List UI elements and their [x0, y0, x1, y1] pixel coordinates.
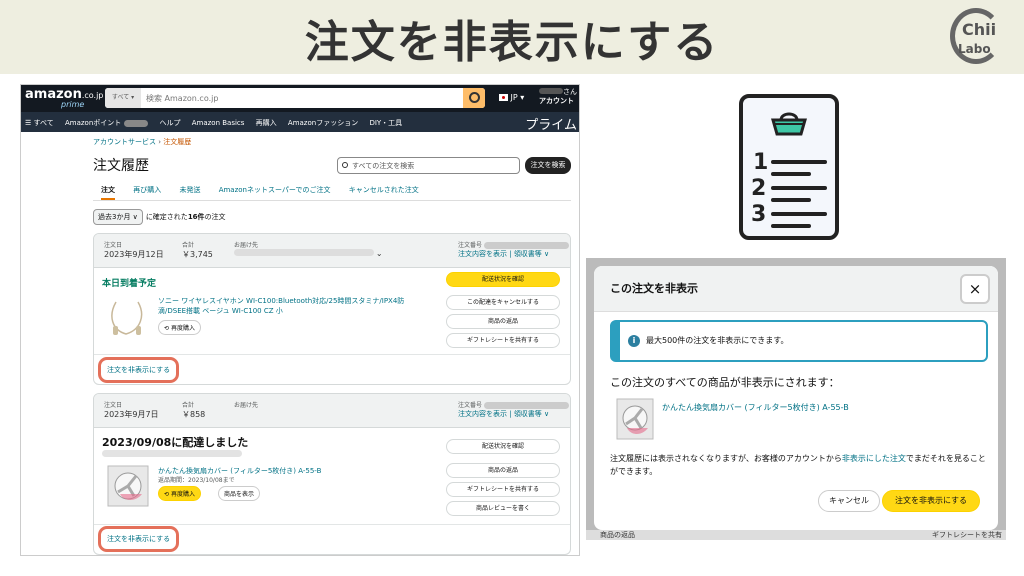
- confirm-hide-button[interactable]: 注文を非表示にする: [882, 490, 980, 512]
- cancel-button[interactable]: キャンセル: [818, 490, 880, 512]
- amazon-sub-nav: ☰ すべて Amazonポイント ヘルプ Amazon Basics 再購入 A…: [21, 112, 579, 133]
- search-icon[interactable]: [463, 88, 485, 108]
- breadcrumb-account[interactable]: アカウントサービス: [93, 138, 156, 146]
- receipt-link[interactable]: 領収書等 ∨: [514, 410, 549, 418]
- order-details-link[interactable]: 注文内容を表示: [458, 410, 507, 418]
- return-period: 返品期間：2023/10/08まで: [158, 477, 235, 484]
- receipt-link[interactable]: 領収書等 ∨: [514, 250, 549, 258]
- track-package-button[interactable]: 配送状況を確認: [446, 439, 560, 454]
- page-title: 注文履歴: [93, 158, 149, 174]
- hide-order-link[interactable]: 注文を非表示にする: [98, 357, 180, 383]
- chii-labo-logo: Chii Labo: [946, 6, 1006, 68]
- order-search-button[interactable]: 注文を検索: [525, 157, 571, 174]
- delivery-status: 本日到着予定: [102, 279, 157, 289]
- breadcrumb-current: 注文履歴: [163, 138, 192, 146]
- cancel-delivery-button[interactable]: この配達をキャンセルする: [446, 295, 560, 310]
- return-item-button[interactable]: 商品の返品: [446, 463, 560, 478]
- period-filter: 過去3か月 ∨ に確定された16件の注文: [93, 209, 226, 225]
- account-menu[interactable]: さん アカウント: [539, 88, 577, 106]
- info-alert: i 最大500件の注文を非表示にできます。: [610, 320, 988, 362]
- nav-basics[interactable]: Amazon Basics: [192, 119, 245, 127]
- order-header: 注文日 2023年9月7日 合計 ￥858 お届け先 注文番号 注文内容を表示 | …: [94, 394, 570, 428]
- order-details-link[interactable]: 注文内容を表示: [458, 250, 507, 258]
- view-item-button[interactable]: 商品を表示: [218, 486, 261, 501]
- nav-prime[interactable]: プライム: [525, 114, 577, 133]
- breadcrumb: アカウントサービス › 注文履歴: [93, 138, 192, 146]
- nav-fashion[interactable]: Amazonファッション: [288, 119, 358, 127]
- dialog-body: 注文履歴には表示されなくなりますが、お客様のアカウントから非表示にした注文でまだ…: [610, 454, 986, 476]
- order-search-input[interactable]: すべての注文を検索: [337, 157, 520, 174]
- hide-order-dialog-screenshot: 商品の返品 ギフトレシートを共有 この注文を非表示 × i 最大500件の注文を非…: [586, 258, 1006, 540]
- amazon-search-bar[interactable]: すべて ▾ 検索 Amazon.co.jp: [105, 88, 485, 108]
- nav-help[interactable]: ヘルプ: [160, 119, 181, 127]
- rebuy-button[interactable]: ⟲ 再度購入: [158, 320, 201, 335]
- dialog-subtitle: この注文のすべての商品が非表示にされます：: [610, 376, 840, 389]
- period-select[interactable]: 過去3か月 ∨: [93, 209, 143, 225]
- hide-order-dialog: この注文を非表示 × i 最大500件の注文を非表示にできます。 この注文のすべ…: [594, 266, 998, 530]
- delivery-status: 2023/09/08に配達しました: [102, 436, 249, 449]
- tab-buy-again[interactable]: 再び購入: [133, 186, 161, 194]
- search-category-select[interactable]: すべて ▾: [105, 88, 141, 108]
- rebuy-button[interactable]: ⟲ 再度購入: [158, 486, 201, 501]
- order-card: 注文日 2023年9月7日 合計 ￥858 お届け先 注文番号 注文内容を表示 | …: [93, 393, 571, 555]
- dialog-title: この注文を非表示: [610, 282, 698, 295]
- write-review-button[interactable]: 商品レビューを書く: [446, 501, 560, 516]
- info-icon: i: [628, 335, 640, 347]
- order-tabs: 注文 再び購入 未発送 Amazonネットスーパーでのご注文 キャンセルされた注…: [101, 185, 435, 200]
- order-history-screenshot: amazon.co.jp prime すべて ▾ 検索 Amazon.co.jp…: [20, 84, 580, 556]
- dialog-product-link[interactable]: かんたん換気扇カバー (フィルター5枚付き) A-55-B: [662, 402, 849, 413]
- product-title-link[interactable]: かんたん換気扇カバー (フィルター5枚付き) A-55-B: [158, 466, 358, 476]
- tab-net-super[interactable]: Amazonネットスーパーでのご注文: [219, 186, 331, 194]
- product-title-link[interactable]: ソニー ワイヤレスイヤホン WI-C100:Bluetooth対応/25時間スタ…: [158, 296, 422, 316]
- return-item-button[interactable]: 商品の返品: [446, 314, 560, 329]
- clipboard-list-icon: 1 2 3: [739, 94, 839, 240]
- fan-cover-product-image[interactable]: [106, 464, 150, 508]
- earphone-product-image[interactable]: [106, 296, 150, 340]
- track-package-button[interactable]: 配送状況を確認: [446, 272, 560, 287]
- order-card: 注文日 2023年9月12日 合計 ￥3,745 お届け先 ⌄ 注文番号 注文内容を…: [93, 233, 571, 385]
- tab-not-shipped[interactable]: 未発送: [179, 186, 200, 194]
- share-gift-receipt-button[interactable]: ギフトレシートを共有する: [446, 482, 560, 497]
- hidden-orders-link[interactable]: 非表示にした注文: [842, 454, 906, 463]
- close-icon[interactable]: ×: [960, 274, 990, 304]
- amazon-top-nav: amazon.co.jp prime すべて ▾ 検索 Amazon.co.jp…: [21, 85, 579, 112]
- nav-points[interactable]: Amazonポイント: [65, 119, 121, 127]
- nav-rebuy[interactable]: 再購入: [256, 119, 277, 127]
- shopping-basket-icon: [771, 112, 807, 136]
- language-selector[interactable]: JP ▾: [499, 93, 524, 102]
- nav-all[interactable]: ☰ すべて: [25, 119, 54, 127]
- tab-orders[interactable]: 注文: [101, 186, 115, 200]
- tab-cancelled[interactable]: キャンセルされた注文: [349, 186, 419, 194]
- japan-flag-icon: [499, 94, 508, 101]
- order-header: 注文日 2023年9月12日 合計 ￥3,745 お届け先 ⌄ 注文番号 注文内容を…: [94, 234, 570, 268]
- slide-title: 注文を非表示にする: [304, 17, 720, 68]
- search-input[interactable]: 検索 Amazon.co.jp: [146, 93, 218, 104]
- fan-cover-product-image[interactable]: [616, 398, 654, 440]
- share-gift-receipt-button[interactable]: ギフトレシートを共有する: [446, 333, 560, 348]
- nav-diy[interactable]: DIY・工具: [369, 119, 402, 127]
- hide-order-link[interactable]: 注文を非表示にする: [98, 526, 180, 552]
